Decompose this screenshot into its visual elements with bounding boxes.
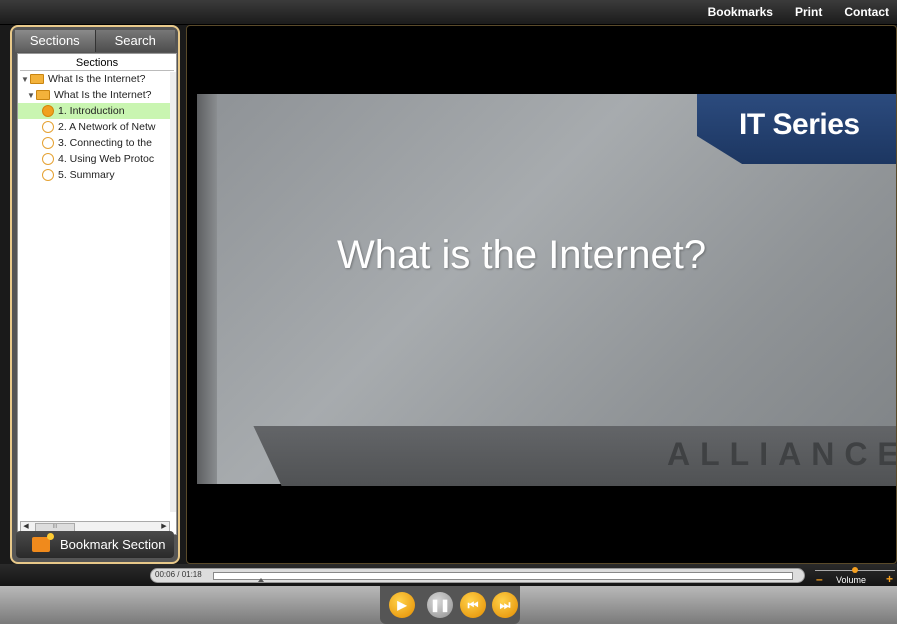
bookmarks-link[interactable]: Bookmarks: [708, 5, 773, 19]
bookmark-folder-icon: [32, 533, 54, 552]
video-title: What is the Internet?: [337, 233, 707, 277]
contact-link[interactable]: Contact: [844, 5, 889, 19]
tree-row[interactable]: 4. Using Web Protoc: [18, 151, 176, 167]
volume-knob[interactable]: [852, 567, 858, 573]
logo-watermark: ALLIANCE: [667, 436, 897, 472]
tree-row-label: 4. Using Web Protoc: [58, 153, 155, 165]
tree-row[interactable]: 3. Connecting to the: [18, 135, 176, 151]
time-display: 00:06 / 01:18: [155, 570, 202, 579]
scroll-left-icon[interactable]: ◀: [21, 522, 31, 531]
scroll-right-icon[interactable]: ▶: [159, 522, 169, 531]
playhead-icon[interactable]: [258, 578, 264, 582]
triangle-down-icon[interactable]: ▼: [20, 72, 30, 87]
tree-row-label: 2. A Network of Netw: [58, 121, 156, 133]
status-circle-icon: [42, 169, 54, 182]
bookmark-section-button[interactable]: Bookmark Section: [16, 531, 174, 558]
top-links: Bookmarks Print Contact: [708, 5, 889, 19]
status-circle-icon: [42, 153, 54, 166]
video-player[interactable]: IT Series What is the Internet? ALLIANCE: [186, 25, 897, 564]
pause-button[interactable]: ❚❚: [427, 592, 453, 618]
sections-panel: Sections Search Sections ▼ What Is the In…: [10, 25, 180, 564]
volume-down-icon[interactable]: –: [816, 572, 823, 586]
volume-control[interactable]: – Volume +: [812, 566, 897, 586]
progress-track[interactable]: [213, 572, 793, 580]
status-circle-icon: [42, 121, 54, 134]
bookmark-section-label: Bookmark Section: [60, 537, 166, 552]
triangle-down-icon[interactable]: ▼: [26, 88, 36, 103]
tree-row-label: What Is the Internet?: [54, 89, 152, 101]
series-badge-text: IT Series: [739, 108, 860, 141]
tree-row-label: 3. Connecting to the: [58, 137, 152, 149]
panel-tabs: Sections Search: [15, 30, 175, 52]
folder-open-icon: [36, 90, 50, 101]
tree-row[interactable]: ▼ What Is the Internet?: [18, 87, 176, 103]
tree-row[interactable]: ▼ What Is the Internet?: [18, 71, 176, 87]
tree-row-label: 5. Summary: [58, 169, 115, 181]
tab-sections[interactable]: Sections: [15, 30, 96, 52]
tree-row-label: 1. Introduction: [58, 105, 125, 117]
next-button[interactable]: ⏭: [492, 592, 518, 618]
seek-bar: 00:06 / 01:18 – Volume +: [0, 564, 897, 586]
volume-up-icon[interactable]: +: [886, 572, 893, 586]
tree-row-label: What Is the Internet?: [48, 73, 146, 85]
control-bar: ▶ ❚❚ ⏮ ⏭: [0, 586, 897, 624]
vertical-scrollbar[interactable]: [170, 72, 176, 512]
tree-row-selected[interactable]: 1. Introduction: [18, 103, 176, 119]
tree-header: Sections: [20, 56, 174, 71]
play-button[interactable]: ▶: [389, 592, 415, 618]
top-bar: Bookmarks Print Contact: [0, 0, 897, 25]
slide-bevel: [197, 94, 217, 484]
volume-label: Volume: [836, 575, 867, 585]
folder-open-icon: [30, 74, 44, 85]
tab-search[interactable]: Search: [95, 30, 175, 52]
status-circle-filled-icon: [42, 105, 54, 118]
status-circle-icon: [42, 137, 54, 150]
timeline: 00:06 / 01:18: [150, 568, 805, 583]
print-link[interactable]: Print: [795, 5, 822, 19]
tree-row[interactable]: 5. Summary: [18, 167, 176, 183]
tree-row[interactable]: 2. A Network of Netw: [18, 119, 176, 135]
sections-tree: Sections ▼ What Is the Internet? ▼ What Is…: [17, 53, 177, 535]
previous-button[interactable]: ⏮: [460, 592, 486, 618]
